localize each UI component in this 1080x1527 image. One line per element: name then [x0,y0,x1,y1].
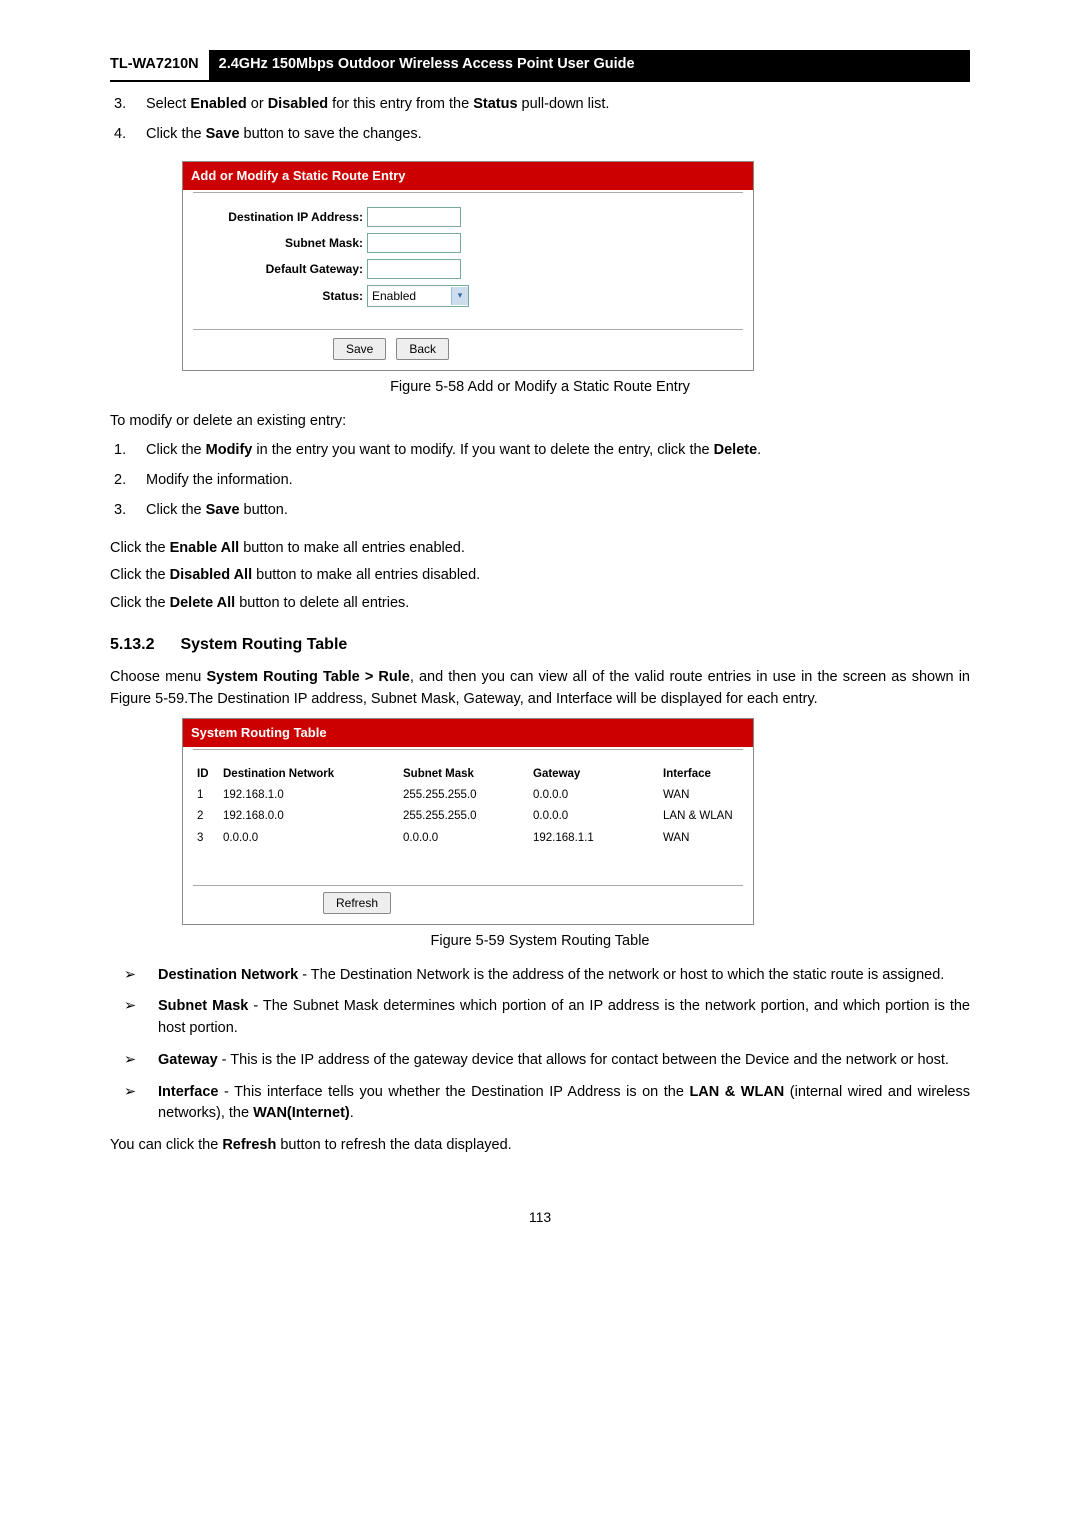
item-text: Click the Save button to save the change… [146,124,970,146]
definitions-list: ➢ Destination Network - The Destination … [110,965,970,1126]
table-header-row: ID Destination Network Subnet Mask Gatew… [197,764,739,785]
definition-text: Gateway - This is the IP address of the … [158,1050,970,1072]
definition-text: Interface - This interface tells you whe… [158,1082,970,1126]
destination-ip-label: Destination IP Address: [193,208,367,226]
refresh-button[interactable]: Refresh [323,892,391,914]
default-gateway-label: Default Gateway: [193,260,367,278]
item-text: Modify the information. [146,470,970,492]
list-item: 3. Click the Save button. [110,500,970,522]
list-item: ➢ Subnet Mask - The Subnet Mask determin… [110,996,970,1040]
item-number: 2. [114,470,146,492]
click-instruction: Click the Disabled All button to make al… [110,565,970,587]
back-button[interactable]: Back [396,338,449,360]
list-item: 1. Click the Modify in the entry you wan… [110,440,970,462]
item-number: 3. [114,94,146,116]
panel-title: System Routing Table [183,719,753,747]
table-row: 3 0.0.0.0 0.0.0.0 192.168.1.1 WAN [197,828,739,849]
subnet-mask-input[interactable] [367,233,461,253]
save-button[interactable]: Save [333,338,386,360]
status-label: Status: [193,287,367,305]
guide-title: 2.4GHz 150Mbps Outdoor Wireless Access P… [209,50,970,80]
default-gateway-input[interactable] [367,259,461,279]
modify-intro-text: To modify or delete an existing entry: [110,411,970,433]
form-row: Subnet Mask: [193,233,743,253]
section-paragraph: Choose menu System Routing Table > Rule,… [110,667,970,711]
button-row: Refresh [193,885,743,924]
definition-text: Destination Network - The Destination Ne… [158,965,970,987]
instruction-list-top: 3. Select Enabled or Disabled for this e… [110,94,970,146]
col-gateway: Gateway [533,766,663,783]
list-item: 3. Select Enabled or Disabled for this e… [110,94,970,116]
list-item: ➢ Interface - This interface tells you w… [110,1082,970,1126]
definition-text: Subnet Mask - The Subnet Mask determines… [158,996,970,1040]
list-item: ➢ Gateway - This is the IP address of th… [110,1050,970,1072]
item-text: Click the Save button. [146,500,970,522]
item-number: 3. [114,500,146,522]
item-number: 4. [114,124,146,146]
list-item: ➢ Destination Network - The Destination … [110,965,970,987]
item-text: Select Enabled or Disabled for this entr… [146,94,970,116]
item-number: 1. [114,440,146,462]
model-number: TL-WA7210N [110,50,209,80]
status-select[interactable]: Enabled ▾ [367,285,469,307]
click-instruction: Click the Enable All button to make all … [110,538,970,560]
col-id: ID [197,766,223,783]
form-row: Default Gateway: [193,259,743,279]
arrow-icon: ➢ [110,1082,158,1126]
figure-59-screenshot: System Routing Table ID Destination Netw… [182,718,754,925]
destination-ip-input[interactable] [367,207,461,227]
routing-table: ID Destination Network Subnet Mask Gatew… [183,752,753,861]
arrow-icon: ➢ [110,965,158,987]
panel-title: Add or Modify a Static Route Entry [183,162,753,190]
instruction-list-modify: 1. Click the Modify in the entry you wan… [110,440,970,521]
col-destination: Destination Network [223,766,403,783]
list-item: 4. Click the Save button to save the cha… [110,124,970,146]
form-row: Status: Enabled ▾ [193,285,743,307]
button-row: Save Back [193,329,743,370]
subnet-mask-label: Subnet Mask: [193,234,367,252]
chevron-down-icon: ▾ [451,287,468,305]
refresh-instruction: You can click the Refresh button to refr… [110,1135,970,1157]
section-title: System Routing Table [180,636,347,653]
col-interface: Interface [663,766,739,783]
page-number: 113 [110,1207,970,1228]
item-text: Click the Modify in the entry you want t… [146,440,970,462]
section-heading: 5.13.2 System Routing Table [110,633,970,657]
document-header: TL-WA7210N 2.4GHz 150Mbps Outdoor Wirele… [110,50,970,82]
click-instruction: Click the Delete All button to delete al… [110,593,970,615]
arrow-icon: ➢ [110,996,158,1040]
arrow-icon: ➢ [110,1050,158,1072]
static-route-form: Destination IP Address: Subnet Mask: Def… [183,195,753,329]
table-row: 2 192.168.0.0 255.255.255.0 0.0.0.0 LAN … [197,806,739,827]
figure-58-screenshot: Add or Modify a Static Route Entry Desti… [182,161,754,371]
list-item: 2. Modify the information. [110,470,970,492]
figure-59-caption: Figure 5-59 System Routing Table [110,931,970,953]
figure-58-caption: Figure 5-58 Add or Modify a Static Route… [110,377,970,399]
status-selected-value: Enabled [368,287,451,305]
table-row: 1 192.168.1.0 255.255.255.0 0.0.0.0 WAN [197,785,739,806]
col-subnet: Subnet Mask [403,766,533,783]
form-row: Destination IP Address: [193,207,743,227]
section-number: 5.13.2 [110,633,176,657]
